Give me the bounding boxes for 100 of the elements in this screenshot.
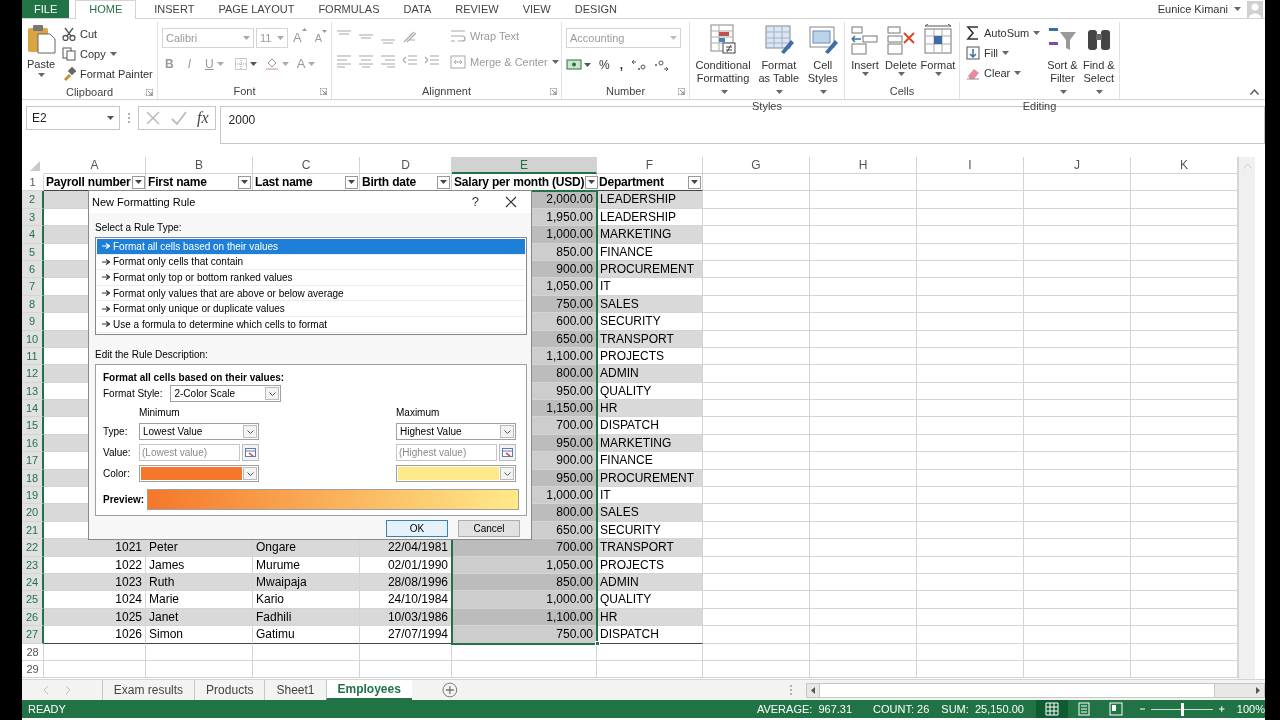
- empty-cell[interactable]: [1024, 574, 1131, 592]
- empty-cell[interactable]: [810, 313, 917, 331]
- table-cell[interactable]: IT: [597, 278, 703, 296]
- empty-cell[interactable]: [917, 434, 1024, 453]
- empty-cell[interactable]: [703, 626, 810, 644]
- table-cell[interactable]: James: [146, 556, 253, 574]
- empty-cell[interactable]: [1024, 452, 1131, 470]
- empty-cell[interactable]: [703, 243, 810, 261]
- empty-cell[interactable]: [146, 643, 253, 661]
- empty-cell[interactable]: [1024, 295, 1131, 314]
- rule-type-item[interactable]: Format only top or bottom ranked values: [97, 270, 525, 286]
- ribbon-button[interactable]: Clear: [964, 63, 1043, 83]
- empty-cell[interactable]: [703, 452, 810, 470]
- percent-button[interactable]: %: [597, 56, 612, 74]
- empty-cell[interactable]: [810, 539, 917, 557]
- row-header[interactable]: 2: [22, 191, 44, 209]
- name-box[interactable]: E2: [26, 106, 120, 130]
- table-cell[interactable]: DISPATCH: [597, 626, 703, 644]
- zoom-in-icon[interactable]: [1219, 705, 1225, 713]
- view-button[interactable]: [1035, 700, 1068, 718]
- empty-cell[interactable]: [1024, 591, 1131, 609]
- currency-button[interactable]: [566, 59, 591, 71]
- column-header[interactable]: J: [1024, 157, 1131, 174]
- decrease-decimal-icon[interactable]: [653, 59, 669, 71]
- dialog-launcher-icon[interactable]: [320, 88, 327, 95]
- empty-cell[interactable]: [1024, 278, 1131, 296]
- empty-cell[interactable]: [810, 417, 917, 435]
- insert-function-button[interactable]: fx: [197, 106, 209, 130]
- empty-cell[interactable]: [360, 643, 452, 661]
- empty-cell[interactable]: [810, 556, 917, 574]
- empty-cell[interactable]: [1024, 487, 1131, 505]
- rule-type-item[interactable]: Format all cells based on their values: [97, 239, 525, 255]
- empty-cell[interactable]: [810, 574, 917, 592]
- empty-cell[interactable]: [917, 313, 1024, 331]
- empty-cell[interactable]: [810, 347, 917, 366]
- empty-cell[interactable]: [253, 643, 360, 661]
- slider-thumb[interactable]: [1180, 702, 1184, 716]
- empty-cell[interactable]: [810, 504, 917, 522]
- empty-cell[interactable]: [1024, 469, 1131, 488]
- empty-cell[interactable]: [452, 660, 597, 679]
- rule-type-item[interactable]: Format only values that are above or below average: [97, 285, 525, 302]
- orientation-icon[interactable]: [402, 30, 418, 44]
- empty-cell[interactable]: [1024, 208, 1131, 227]
- empty-cell[interactable]: [810, 400, 917, 418]
- table-cell[interactable]: 750.00: [452, 626, 597, 644]
- empty-cell[interactable]: [1024, 417, 1131, 435]
- empty-cell[interactable]: [1024, 243, 1131, 261]
- table-cell[interactable]: FINANCE: [597, 452, 703, 470]
- ribbon-tab[interactable]: INSERT: [142, 0, 207, 18]
- scrollbar-thumb[interactable]: [818, 683, 1215, 697]
- empty-cell[interactable]: [810, 608, 917, 627]
- empty-cell[interactable]: [917, 330, 1024, 348]
- table-cell[interactable]: Janet: [146, 608, 253, 627]
- table-cell[interactable]: MARKETING: [597, 434, 703, 453]
- rule-type-item[interactable]: Use a formula to determine which cells to format: [97, 316, 525, 333]
- ok-button[interactable]: OK: [386, 520, 448, 537]
- row-header[interactable]: 12: [22, 365, 44, 383]
- empty-cell[interactable]: [810, 469, 917, 488]
- table-cell[interactable]: Fadhili: [253, 608, 360, 627]
- table-cell[interactable]: 1024: [44, 591, 146, 609]
- empty-cell[interactable]: [917, 539, 1024, 557]
- table-cell[interactable]: 1026: [44, 626, 146, 644]
- empty-cell[interactable]: [1024, 226, 1131, 244]
- column-header[interactable]: D: [360, 157, 452, 174]
- table-cell[interactable]: Ruth: [146, 574, 253, 592]
- empty-cell[interactable]: [1024, 191, 1131, 209]
- align-center-icon[interactable]: [358, 54, 374, 68]
- borders-button[interactable]: [234, 57, 257, 70]
- empty-cell[interactable]: [917, 382, 1024, 401]
- empty-cell[interactable]: [810, 260, 917, 279]
- check-icon[interactable]: [171, 110, 187, 126]
- range-select-button[interactable]: [242, 444, 259, 461]
- cancel-icon[interactable]: [145, 110, 161, 126]
- empty-cell[interactable]: [703, 382, 810, 401]
- help-button[interactable]: ?: [471, 192, 479, 212]
- table-cell[interactable]: Gatimu: [253, 626, 360, 644]
- table-cell[interactable]: PROJECTS: [597, 556, 703, 574]
- table-cell[interactable]: QUALITY: [597, 591, 703, 609]
- empty-cell[interactable]: [917, 365, 1024, 383]
- fill-color-button[interactable]: [264, 57, 289, 71]
- empty-cell[interactable]: [452, 643, 597, 661]
- row-header[interactable]: 20: [22, 504, 44, 522]
- row-header[interactable]: 14: [22, 400, 44, 418]
- dialog-launcher-icon[interactable]: [146, 89, 153, 96]
- empty-cell[interactable]: [917, 243, 1024, 261]
- empty-cell[interactable]: [703, 487, 810, 505]
- table-cell[interactable]: SALES: [597, 295, 703, 314]
- ribbon-button[interactable]: Conditional Formatting: [694, 22, 753, 98]
- ribbon-tab[interactable]: FORMULAS: [306, 0, 392, 18]
- row-header[interactable]: 17: [22, 452, 44, 470]
- paste-button[interactable]: Paste: [26, 22, 56, 84]
- table-cell[interactable]: 02/01/1990: [360, 556, 452, 574]
- empty-cell[interactable]: [703, 313, 810, 331]
- column-header[interactable]: G: [703, 157, 810, 174]
- empty-cell[interactable]: [917, 417, 1024, 435]
- empty-cell[interactable]: [917, 226, 1024, 244]
- empty-cell[interactable]: [360, 660, 452, 679]
- range-select-button[interactable]: [499, 444, 516, 461]
- ribbon-tab[interactable]: PAGE LAYOUT: [206, 0, 307, 18]
- table-cell[interactable]: Simon: [146, 626, 253, 644]
